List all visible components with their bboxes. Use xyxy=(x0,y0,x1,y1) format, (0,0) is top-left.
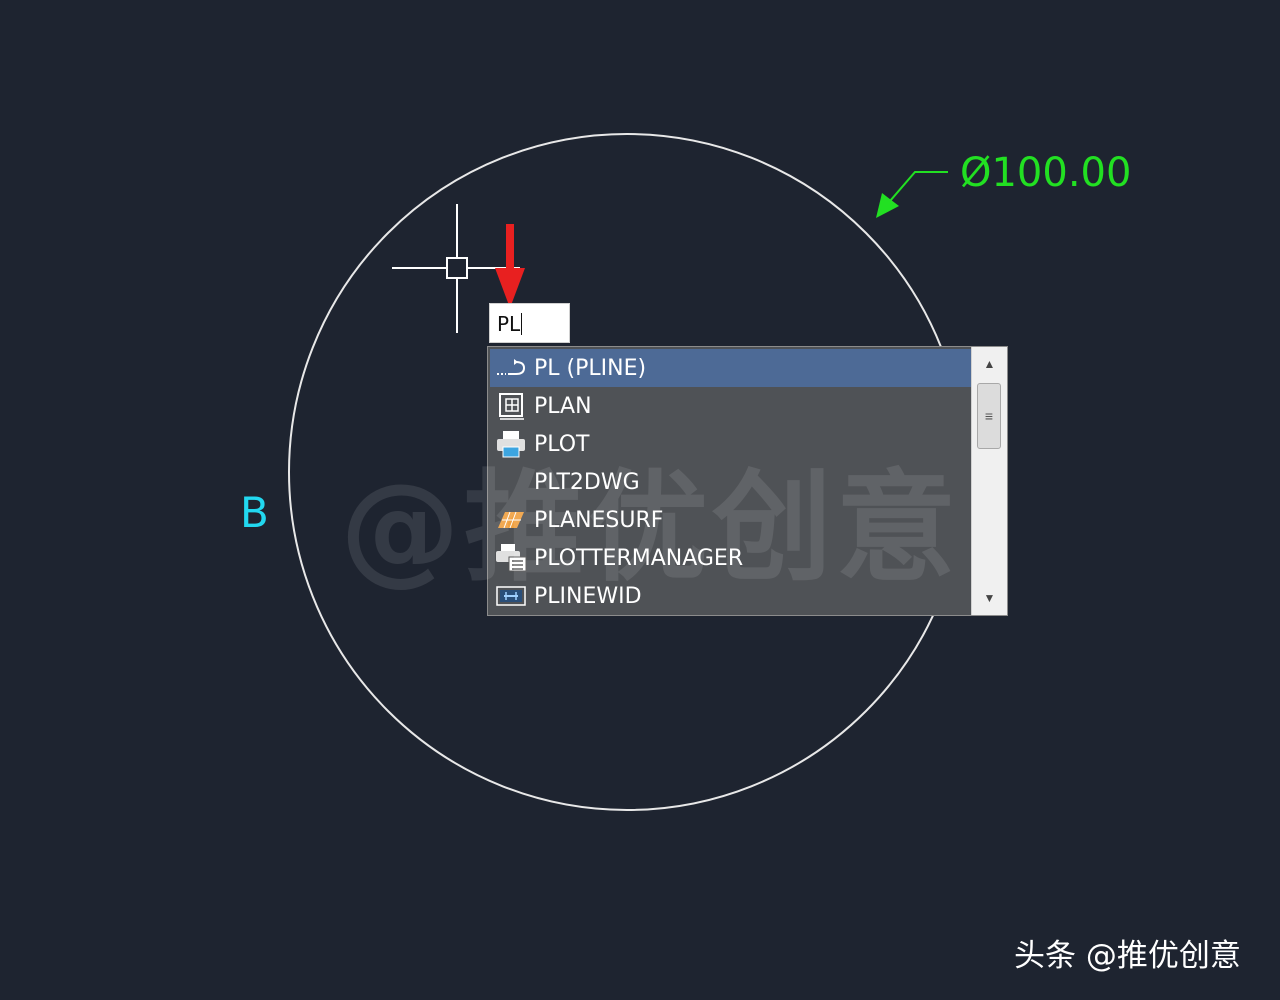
scroll-thumb[interactable]: ≡ xyxy=(977,383,1001,449)
planesurf-icon xyxy=(494,504,528,536)
autocomplete-list[interactable]: PL (PLINE) PLAN PLOT PLT2DWG PLANESURF P… xyxy=(487,346,1008,616)
autocomplete-item-plan[interactable]: PLAN xyxy=(490,387,972,425)
autocomplete-scrollbar[interactable]: ▲ ≡ ▼ xyxy=(971,347,1007,615)
autocomplete-item-plinewid[interactable]: PLINEWID xyxy=(490,577,972,615)
autocomplete-item-plt2dwg[interactable]: PLT2DWG xyxy=(490,463,972,501)
autocomplete-item-plot[interactable]: PLOT xyxy=(490,425,972,463)
autocomplete-item-plottermanager[interactable]: PLOTTERMANAGER xyxy=(490,539,972,577)
plotter-manager-icon xyxy=(494,542,528,574)
autocomplete-item-planesurf[interactable]: PLANESURF xyxy=(490,501,972,539)
autocomplete-item-label: PLANESURF xyxy=(534,507,664,533)
dimension-text: Ø100.00 xyxy=(960,150,1132,196)
autocomplete-item-label: PLOT xyxy=(534,431,590,457)
text-caret xyxy=(521,313,523,335)
point-label-b: B xyxy=(240,488,269,537)
printer-icon xyxy=(494,428,528,460)
brand-label: 头条 @推优创意 xyxy=(1014,938,1241,974)
autocomplete-item-label: PLINEWID xyxy=(534,583,642,609)
red-pointer-arrow-icon xyxy=(495,224,525,308)
scroll-down-button[interactable]: ▼ xyxy=(972,583,1007,613)
pline-icon xyxy=(494,352,528,384)
autocomplete-item-label: PLT2DWG xyxy=(534,469,640,495)
plinewid-icon xyxy=(494,580,528,612)
autocomplete-item-label: PL (PLINE) xyxy=(534,355,647,381)
command-input-value: PL xyxy=(497,312,521,336)
dynamic-command-input[interactable]: PL xyxy=(489,303,570,343)
autocomplete-item-label: PLAN xyxy=(534,393,592,419)
plan-icon xyxy=(494,390,528,422)
autocomplete-item-label: PLOTTERMANAGER xyxy=(534,545,744,571)
dimension-leader[interactable] xyxy=(876,171,948,218)
scroll-up-button[interactable]: ▲ xyxy=(972,349,1007,379)
autocomplete-item-pline[interactable]: PL (PLINE) xyxy=(490,349,972,387)
